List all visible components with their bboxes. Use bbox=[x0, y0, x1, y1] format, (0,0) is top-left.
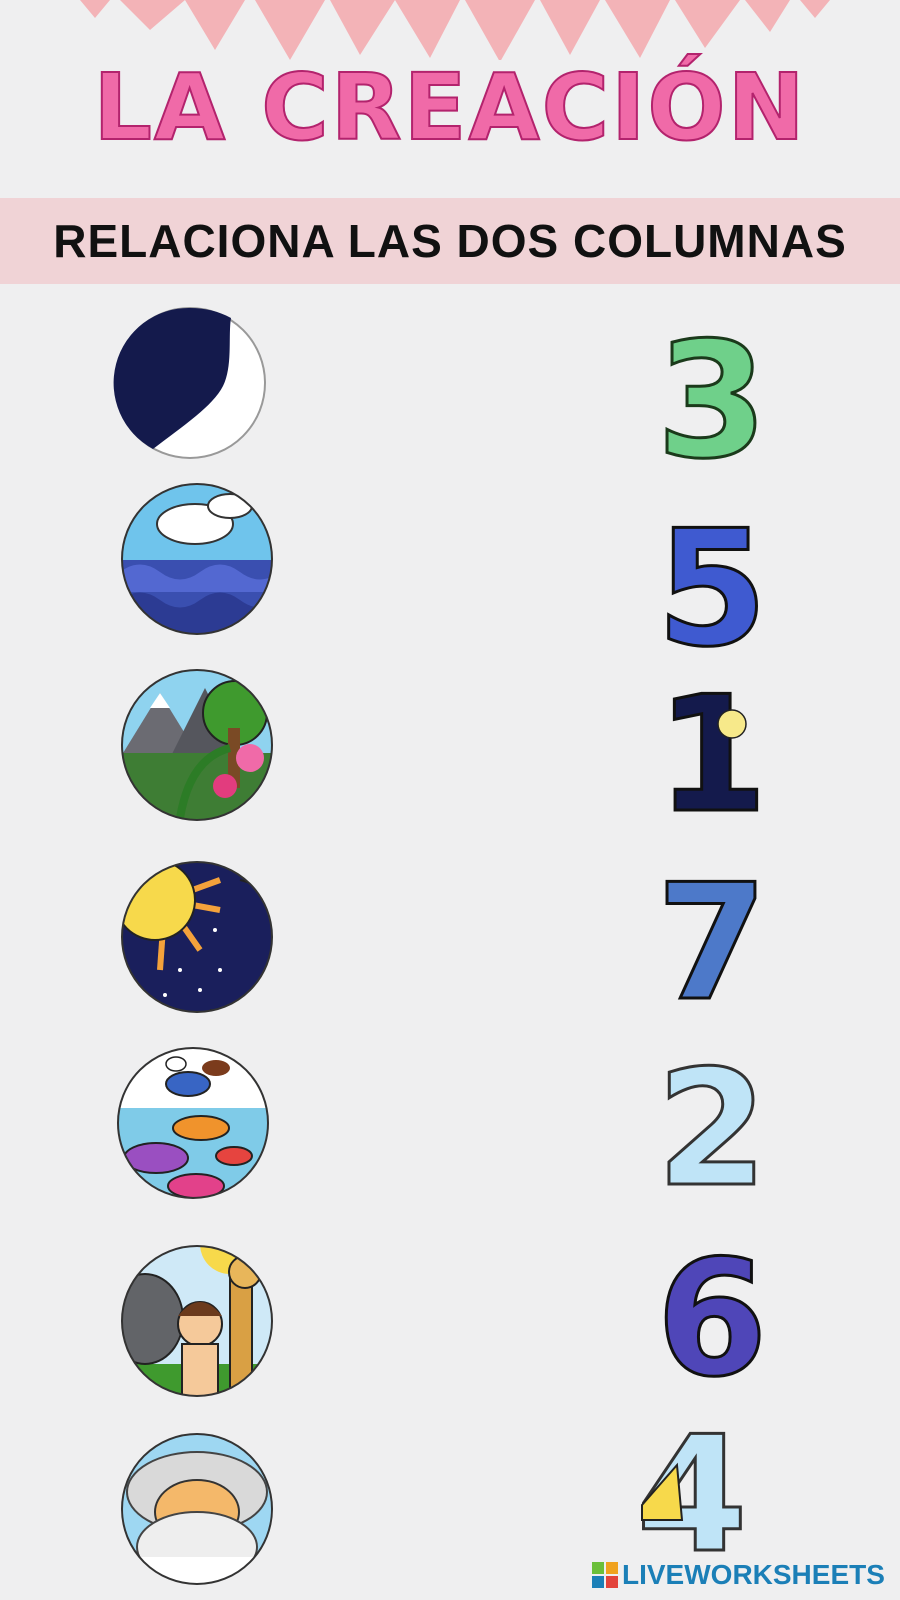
liveworksheets-icon bbox=[592, 1562, 618, 1588]
number-label: 4 bbox=[636, 1410, 747, 1560]
sky-sea-circle-image[interactable] bbox=[120, 482, 274, 636]
number-label: 7 bbox=[656, 860, 767, 1010]
land-plants-circle-image[interactable] bbox=[120, 668, 274, 822]
number-label: 6 bbox=[656, 1236, 767, 1386]
number-label: 3 bbox=[656, 318, 767, 468]
birds-fish-circle-image[interactable] bbox=[116, 1046, 270, 1200]
liveworksheets-logo[interactable]: LIVEWORKSHEETS bbox=[592, 1558, 885, 1592]
brand-text: LIVEWORKSHEETS bbox=[622, 1559, 885, 1590]
number-label: 5 bbox=[656, 506, 767, 656]
sun-moon-circle-image[interactable] bbox=[120, 860, 274, 1014]
page-title: LA CREACIÓN bbox=[92, 54, 807, 161]
number-2-card[interactable]: 2 bbox=[642, 1046, 782, 1196]
number-4-card[interactable]: 4 bbox=[622, 1410, 762, 1560]
instruction-banner: RELACIONA LAS DOS COLUMNAS bbox=[0, 198, 900, 284]
animals-human-circle-image[interactable] bbox=[120, 1244, 274, 1398]
number-label: 1 bbox=[656, 672, 767, 822]
bunting-decoration bbox=[80, 0, 830, 60]
number-7-card[interactable]: 7 bbox=[642, 860, 782, 1010]
number-5-card[interactable]: 5 bbox=[642, 506, 782, 656]
number-label: 2 bbox=[656, 1046, 767, 1196]
god-resting-circle-image[interactable] bbox=[120, 1432, 274, 1586]
instruction-text: RELACIONA LAS DOS COLUMNAS bbox=[53, 215, 847, 267]
number-6-card[interactable]: 6 bbox=[642, 1236, 782, 1386]
night-circle-image[interactable] bbox=[113, 306, 267, 460]
number-3-card[interactable]: 3 bbox=[642, 318, 782, 468]
number-1-card[interactable]: 1 bbox=[642, 672, 782, 822]
